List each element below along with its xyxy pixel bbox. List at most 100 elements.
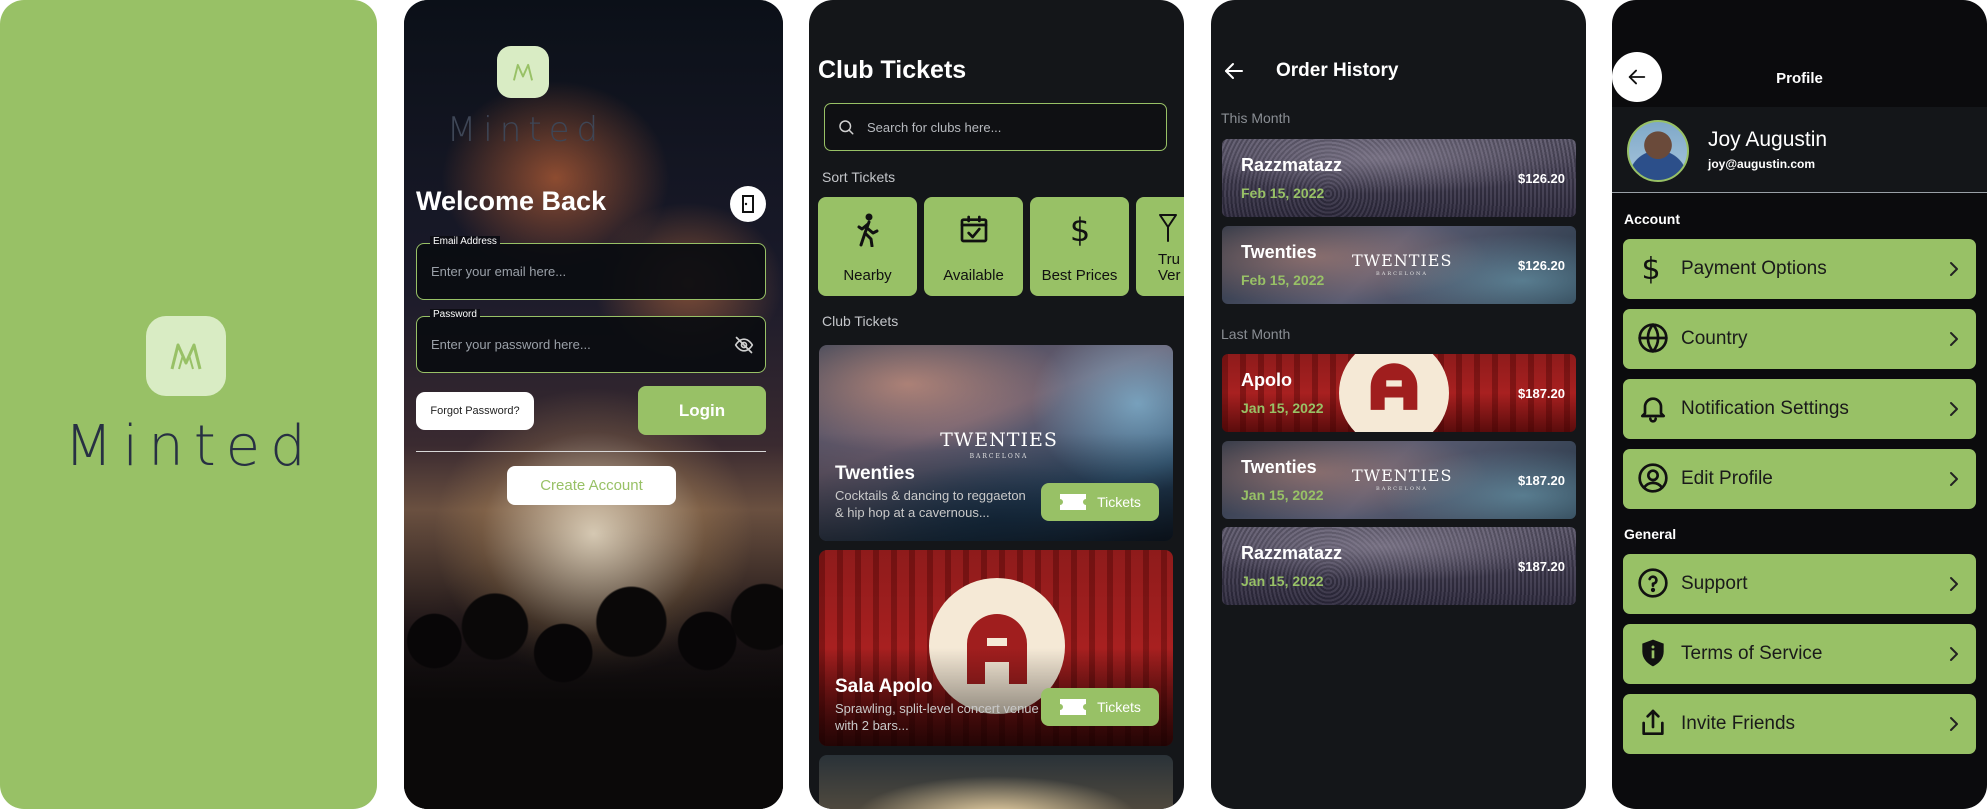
order-history-screen: Order History This Month Razzmatazz Feb … [1211,0,1586,809]
club-tickets-screen: Club Tickets Search for clubs here... So… [809,0,1184,809]
search-icon [839,120,854,135]
club-description: Sprawling, split-level concert venue wit… [835,701,1039,733]
order-row[interactable]: TWENTIES BARCELONA Twenties Feb 15, 2022… [1222,226,1576,304]
login-screen: Minted Welcome Back Enter your email her… [404,0,783,809]
svg-text:$: $ [1069,213,1089,247]
order-club-name: Razzmatazz [1241,155,1343,175]
email-field[interactable]: Enter your email here... [416,243,766,300]
order-date: Feb 15, 2022 [1241,185,1325,201]
login-button[interactable]: Login [638,386,766,435]
order-row[interactable]: Apolo Jan 15, 2022 $187.20 [1222,354,1576,432]
club-card-partial[interactable] [819,755,1173,809]
sort-nearby-label: Nearby [843,267,892,284]
sort-tickets-label: Sort Tickets [822,169,896,185]
twenties-logo-sub: BARCELONA [1376,486,1428,492]
order-price: $187.20 [1518,386,1565,401]
club-description: Cocktails & dancing to reggaeton & hip h… [835,488,1026,520]
club-tickets-label: Club Tickets [822,313,899,329]
country-row[interactable]: Country [1623,309,1976,369]
payment-options-row[interactable]: $ Payment Options [1623,239,1976,299]
calendar-check-icon [960,215,987,243]
order-club-name: Razzmatazz [1241,543,1343,563]
profile-screen: Profile Joy Augustin joy@augustin.com Ac… [1612,0,1987,809]
menu-label: Country [1681,328,1748,349]
general-section-label: General [1624,526,1677,542]
password-label: Password [430,309,480,320]
support-row[interactable]: Support [1623,554,1976,614]
club-card-sala-apolo[interactable]: Sala Apolo Sprawling, split-level concer… [819,550,1173,746]
user-name: Joy Augustin [1708,128,1828,151]
logo-icon [497,46,549,98]
order-row[interactable]: Razzmatazz Jan 15, 2022 $187.20 [1222,527,1576,605]
menu-label: Terms of Service [1681,643,1823,664]
chevron-right-icon [1950,332,1958,346]
dollar-icon: $ [1641,252,1660,286]
menu-label: Invite Friends [1681,713,1796,734]
chevron-right-icon [1950,717,1958,731]
terms-of-service-row[interactable]: Terms of Service [1623,624,1976,684]
bell-icon [1641,397,1665,423]
chevron-right-icon [1950,402,1958,416]
order-row[interactable]: TWENTIES BARCELONA Twenties Jan 15, 2022… [1222,441,1576,519]
back-arrow-icon[interactable] [1222,59,1246,83]
order-date: Feb 15, 2022 [1241,272,1325,288]
ticket-icon [1060,699,1087,715]
logo-icon [146,316,226,396]
password-field[interactable]: Enter your password here... [416,316,766,373]
invite-friends-row[interactable]: Invite Friends [1623,694,1976,754]
notification-settings-row[interactable]: Notification Settings [1623,379,1976,439]
sort-available[interactable]: Available [924,197,1023,296]
order-date: Jan 15, 2022 [1241,487,1324,503]
page-title: Profile [1776,70,1823,87]
page-title: Welcome Back [416,186,607,216]
help-circle-icon [1638,568,1668,598]
order-date: Jan 15, 2022 [1241,573,1324,589]
tickets-button[interactable]: Tickets [1041,688,1159,726]
create-account-button[interactable]: Create Account [507,466,676,505]
twenties-logo: TWENTIES [940,429,1058,451]
shield-icon [1642,639,1664,667]
search-input[interactable]: Search for clubs here... [824,103,1167,151]
order-price: $187.20 [1518,473,1565,488]
tickets-button[interactable]: Tickets [1041,483,1159,521]
chevron-right-icon [1950,577,1958,591]
logout-button[interactable] [730,186,766,222]
globe-icon [1638,323,1668,353]
account-section-label: Account [1624,211,1680,227]
user-circle-icon [1638,463,1668,493]
splash-screen: Minted [0,0,377,809]
cocktail-icon [1159,214,1177,242]
svg-text:$: $ [1641,252,1660,286]
sort-best-prices-label: Best Prices [1041,267,1118,284]
club-name: Sala Apolo [835,676,933,697]
order-row[interactable]: Razzmatazz Feb 15, 2022 $126.20 [1222,139,1576,217]
avatar [1627,120,1689,182]
forgot-password-button[interactable]: Forgot Password? [416,392,534,430]
crowd-silhouette [404,569,783,809]
menu-label: Support [1681,573,1748,594]
eye-off-icon[interactable] [733,335,755,355]
user-email: joy@augustin.com [1708,157,1816,171]
sort-nearby[interactable]: Nearby [818,197,917,296]
club-card-twenties[interactable]: TWENTIES BARCELONA Twenties Cocktails & … [819,345,1173,541]
search-placeholder: Search for clubs here... [867,119,1002,135]
menu-label: Edit Profile [1681,468,1773,489]
order-club-name: Twenties [1241,457,1317,477]
twenties-logo-sub: BARCELONA [969,453,1029,460]
club-name: Twenties [835,463,915,484]
page-title: Order History [1276,60,1399,81]
sort-trending[interactable]: Tru Ver [1136,197,1184,296]
share-icon [1642,709,1664,735]
apolo-logo [1339,354,1449,432]
edit-profile-row[interactable]: Edit Profile [1623,449,1976,509]
order-price: $126.20 [1518,171,1565,186]
order-price: $126.20 [1518,258,1565,273]
password-placeholder: Enter your password here... [431,337,591,352]
sort-available-label: Available [943,267,1004,284]
sort-trending-label: Tru Ver [1158,251,1181,284]
chevron-right-icon [1950,647,1958,661]
chevron-right-icon [1950,472,1958,486]
sort-best-prices[interactable]: $ Best Prices [1030,197,1129,296]
tickets-button-label: Tickets [1097,699,1141,715]
menu-label: Payment Options [1681,258,1827,279]
